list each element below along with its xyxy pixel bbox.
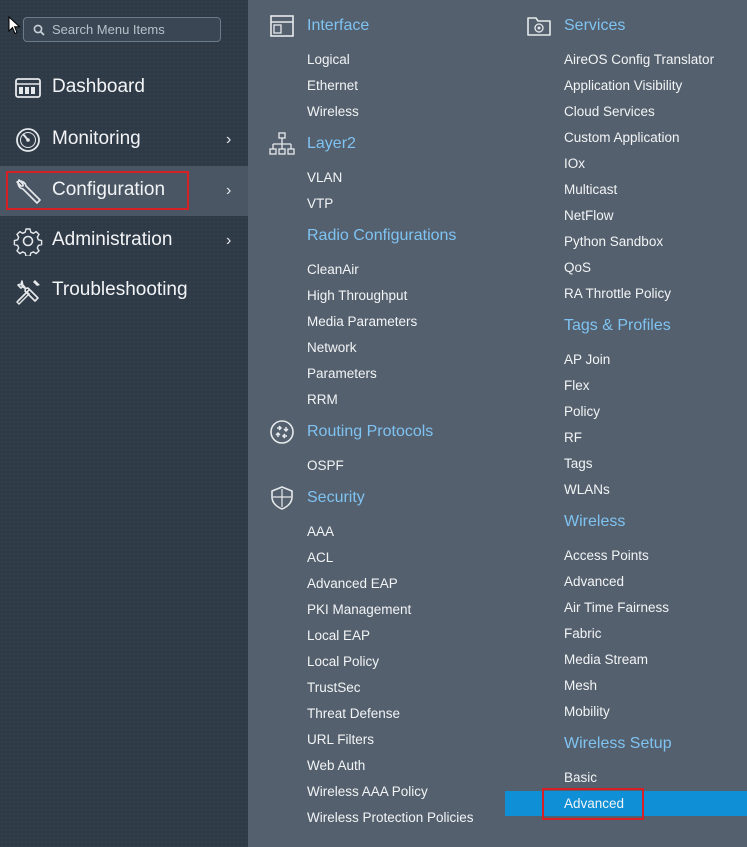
- menu-item-rf[interactable]: RF: [564, 430, 582, 445]
- menu-item-parameters[interactable]: Parameters: [307, 366, 377, 381]
- menu-item-custom-application[interactable]: Custom Application: [564, 130, 680, 145]
- menu-item-qos[interactable]: QoS: [564, 260, 591, 275]
- menu-item-tags[interactable]: Tags: [564, 456, 593, 471]
- menu-item-mesh[interactable]: Mesh: [564, 678, 597, 693]
- category-title-wireless: Wireless: [564, 513, 626, 530]
- menu-item-ethernet[interactable]: Ethernet: [307, 78, 358, 93]
- menu-item-ospf[interactable]: OSPF: [307, 458, 344, 473]
- menu-item-wireless-advanced[interactable]: Advanced: [564, 574, 624, 589]
- nav-item-administration[interactable]: Administration ›: [0, 216, 248, 266]
- menu-item-cloud-services[interactable]: Cloud Services: [564, 104, 655, 119]
- shield-icon: [271, 486, 293, 510]
- category-title-radio-configurations: Radio Configurations: [307, 227, 457, 244]
- gauge-icon: [16, 128, 40, 152]
- menu-item-air-time-fairness[interactable]: Air Time Fairness: [564, 600, 669, 615]
- nav-label-monitoring: Monitoring: [52, 128, 141, 149]
- dashboard-icon: [15, 78, 41, 98]
- annotation-highlight-box: [6, 171, 189, 210]
- menu-item-wireless-aaa-policy[interactable]: Wireless AAA Policy: [307, 784, 428, 799]
- chevron-right-icon: ›: [226, 131, 232, 148]
- interface-icon: [270, 15, 294, 37]
- menu-item-advanced-eap[interactable]: Advanced EAP: [307, 576, 398, 591]
- sidebar: Dashboard Monitoring › Configuration › A…: [0, 0, 248, 847]
- menu-item-acl[interactable]: ACL: [307, 550, 333, 565]
- menu-item-python-sandbox[interactable]: Python Sandbox: [564, 234, 663, 249]
- menu-item-access-points[interactable]: Access Points: [564, 548, 649, 563]
- menu-item-high-throughput[interactable]: High Throughput: [307, 288, 407, 303]
- category-title-wireless-setup: Wireless Setup: [564, 735, 672, 752]
- gear-icon: [13, 228, 43, 256]
- menu-item-trustsec[interactable]: TrustSec: [307, 680, 361, 695]
- menu-item-application-visibility[interactable]: Application Visibility: [564, 78, 682, 93]
- category-title-security: Security: [307, 489, 365, 506]
- menu-item-basic[interactable]: Basic: [564, 770, 597, 785]
- menu-item-local-eap[interactable]: Local EAP: [307, 628, 370, 643]
- services-icon: [527, 17, 551, 36]
- menu-item-web-auth[interactable]: Web Auth: [307, 758, 365, 773]
- nav-item-troubleshooting[interactable]: Troubleshooting: [0, 266, 248, 316]
- menu-item-iox[interactable]: IOx: [564, 156, 585, 171]
- menu-item-multicast[interactable]: Multicast: [564, 182, 617, 197]
- chevron-right-icon: ›: [226, 232, 232, 249]
- network-tree-icon: [269, 132, 295, 155]
- menu-item-aaa[interactable]: AAA: [307, 524, 334, 539]
- menu-item-vtp[interactable]: VTP: [307, 196, 333, 211]
- menu-item-flex[interactable]: Flex: [564, 378, 590, 393]
- nav-item-dashboard[interactable]: Dashboard: [0, 63, 248, 113]
- menu-item-ra-throttle-policy[interactable]: RA Throttle Policy: [564, 286, 671, 301]
- category-title-services: Services: [564, 17, 626, 34]
- menu-item-fabric[interactable]: Fabric: [564, 626, 602, 641]
- menu-item-wireless[interactable]: Wireless: [307, 104, 359, 119]
- menu-item-vlan[interactable]: VLAN: [307, 170, 342, 185]
- menu-item-logical[interactable]: Logical: [307, 52, 350, 67]
- search-input[interactable]: [52, 20, 212, 39]
- menu-item-netflow[interactable]: NetFlow: [564, 208, 614, 223]
- nav-item-monitoring[interactable]: Monitoring ›: [0, 115, 248, 165]
- category-title-routing-protocols: Routing Protocols: [307, 423, 434, 440]
- mouse-cursor-icon: [8, 16, 21, 35]
- category-title-tags-profiles: Tags & Profiles: [564, 317, 671, 334]
- menu-item-rrm[interactable]: RRM: [307, 392, 338, 407]
- menu-item-pki-management[interactable]: PKI Management: [307, 602, 411, 617]
- menu-item-local-policy[interactable]: Local Policy: [307, 654, 379, 669]
- menu-item-wlans[interactable]: WLANs: [564, 482, 610, 497]
- nav-label-dashboard: Dashboard: [52, 76, 145, 97]
- tools-icon: [16, 280, 40, 305]
- nav-label-troubleshooting: Troubleshooting: [52, 279, 188, 300]
- router-icon: [270, 420, 294, 444]
- menu-item-aireos-config-translator[interactable]: AireOS Config Translator: [564, 52, 714, 67]
- menu-item-media-parameters[interactable]: Media Parameters: [307, 314, 417, 329]
- chevron-right-icon: ›: [226, 182, 232, 199]
- category-title-interface: Interface: [307, 17, 370, 34]
- nav-label-administration: Administration: [52, 229, 173, 250]
- menu-item-media-stream[interactable]: Media Stream: [564, 652, 648, 667]
- search-box[interactable]: [23, 17, 221, 42]
- menu-item-url-filters[interactable]: URL Filters: [307, 732, 374, 747]
- annotation-highlight-box: [542, 788, 644, 820]
- menu-item-threat-defense[interactable]: Threat Defense: [307, 706, 400, 721]
- menu-item-wireless-protection-policies[interactable]: Wireless Protection Policies: [307, 810, 474, 825]
- menu-item-network[interactable]: Network: [307, 340, 357, 355]
- menu-item-ap-join[interactable]: AP Join: [564, 352, 610, 367]
- menu-item-cleanair[interactable]: CleanAir: [307, 262, 359, 277]
- search-icon: [33, 24, 45, 36]
- menu-item-policy[interactable]: Policy: [564, 404, 600, 419]
- menu-item-mobility[interactable]: Mobility: [564, 704, 610, 719]
- category-title-layer2: Layer2: [307, 135, 356, 152]
